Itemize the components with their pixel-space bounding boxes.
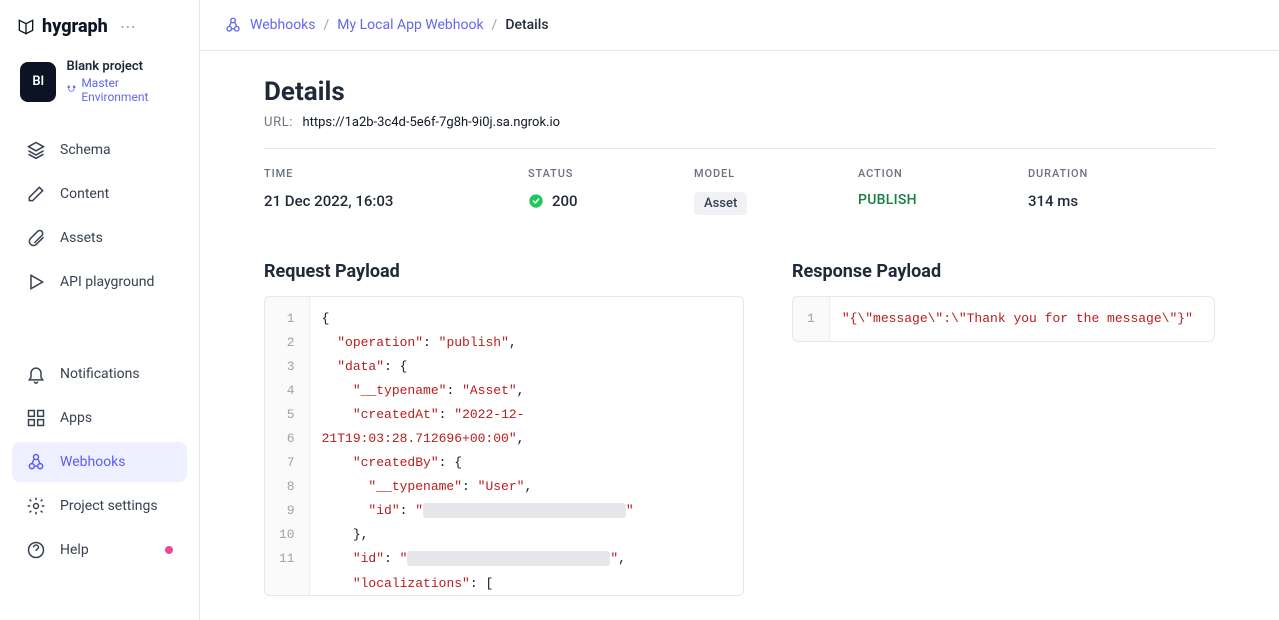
- model-label: MODEL: [694, 167, 840, 180]
- webhook-icon: [224, 16, 242, 34]
- code-content: "{\"message\":\"Thank you for the messag…: [830, 297, 1214, 341]
- duration-value: 314 ms: [1028, 192, 1215, 210]
- redacted-id: xxxxxxxxxxxxxxxxxxxxxxxxxx: [423, 503, 626, 518]
- brand-text: hygraph: [42, 16, 108, 37]
- app-logo[interactable]: hygraph: [16, 16, 108, 37]
- check-circle-icon: [528, 193, 544, 209]
- time-value: 21 Dec 2022, 16:03: [264, 192, 510, 210]
- nav-schema[interactable]: Schema: [12, 130, 187, 170]
- main: Webhooks / My Local App Webhook / Detail…: [200, 0, 1279, 620]
- redacted-id: xxxxxxxxxxxxxxxxxxxxxxxxxx: [407, 551, 610, 566]
- details-meta: TIME 21 Dec 2022, 16:03 STATUS 200 MODEL…: [264, 148, 1215, 237]
- sidebar: hygraph ⋯ Bl Blank project Master Enviro…: [0, 0, 200, 620]
- duration-label: DURATION: [1028, 167, 1215, 180]
- project-environment: Master Environment: [66, 76, 179, 104]
- response-payload-code[interactable]: 1 "{\"message\":\"Thank you for the mess…: [792, 296, 1215, 342]
- action-value: PUBLISH: [858, 192, 917, 208]
- breadcrumb-current: Details: [505, 17, 548, 33]
- code-content: { "operation": "publish", "data": { "__t…: [310, 297, 743, 595]
- bell-icon: [26, 364, 46, 384]
- more-menu-icon[interactable]: ⋯: [120, 17, 136, 36]
- project-selector[interactable]: Bl Blank project Master Environment: [8, 53, 191, 110]
- logo-row: hygraph ⋯: [0, 12, 199, 49]
- response-payload-title: Response Payload: [792, 261, 1215, 282]
- project-avatar: Bl: [20, 62, 56, 102]
- breadcrumb-webhooks[interactable]: Webhooks: [250, 17, 316, 33]
- nav-api-playground[interactable]: API playground: [12, 262, 187, 302]
- nav-project-settings[interactable]: Project settings: [12, 486, 187, 526]
- model-badge: Asset: [694, 192, 747, 215]
- help-notification-dot: [165, 546, 173, 554]
- request-payload-title: Request Payload: [264, 261, 744, 282]
- help-icon: [26, 540, 46, 560]
- line-gutter: 1: [793, 297, 830, 341]
- status-value: 200: [528, 192, 676, 210]
- project-name: Blank project: [66, 59, 179, 74]
- line-gutter: 1234567891011: [265, 297, 310, 595]
- nav-content[interactable]: Content: [12, 174, 187, 214]
- page-body: Details URL: https://1a2b-3c4d-5e6f-7g8h…: [200, 51, 1279, 620]
- time-label: TIME: [264, 167, 510, 180]
- nav-help[interactable]: Help: [12, 530, 187, 570]
- webhook-icon: [26, 452, 46, 472]
- action-label: ACTION: [858, 167, 1010, 180]
- nav: Schema Content Assets API playground Not…: [0, 128, 199, 572]
- edit-icon: [26, 184, 46, 204]
- request-payload-code[interactable]: 1234567891011 { "operation": "publish", …: [264, 296, 744, 596]
- nav-apps[interactable]: Apps: [12, 398, 187, 438]
- gear-icon: [26, 496, 46, 516]
- nav-notifications[interactable]: Notifications: [12, 354, 187, 394]
- webhook-url: URL: https://1a2b-3c4d-5e6f-7g8h-9i0j.sa…: [264, 115, 1215, 130]
- breadcrumb: Webhooks / My Local App Webhook / Detail…: [200, 0, 1279, 51]
- breadcrumb-webhook-name[interactable]: My Local App Webhook: [337, 17, 483, 33]
- play-icon: [26, 272, 46, 292]
- branch-icon: [66, 84, 77, 96]
- paperclip-icon: [26, 228, 46, 248]
- hygraph-logo-icon: [16, 17, 36, 37]
- nav-assets[interactable]: Assets: [12, 218, 187, 258]
- page-title: Details: [264, 77, 1215, 107]
- nav-webhooks[interactable]: Webhooks: [12, 442, 187, 482]
- layers-icon: [26, 140, 46, 160]
- status-label: STATUS: [528, 167, 676, 180]
- grid-icon: [26, 408, 46, 428]
